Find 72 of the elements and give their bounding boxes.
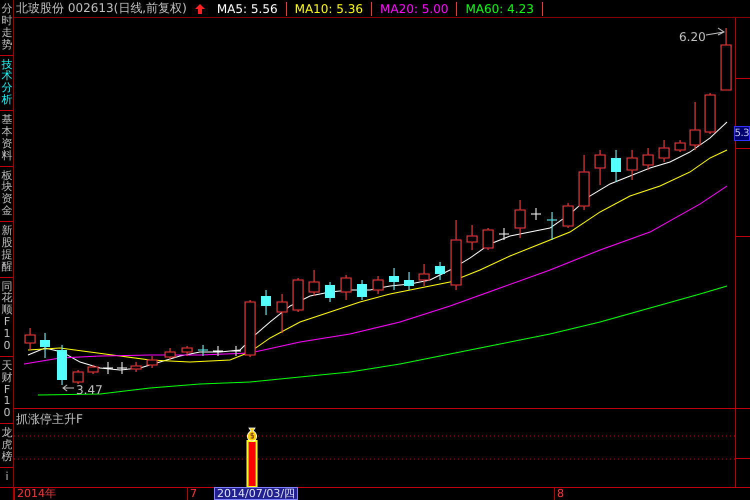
candlestick — [482, 228, 494, 250]
leader-line — [706, 28, 725, 36]
candlestick — [130, 362, 142, 372]
candlestick — [562, 202, 574, 228]
candlestick — [325, 282, 335, 302]
candlestick — [418, 264, 430, 286]
candlestick — [514, 200, 526, 238]
candlestick — [498, 228, 510, 240]
time-axis-label: 2014/07/03/四 — [214, 487, 298, 500]
signal-bar — [246, 440, 258, 487]
leader-line — [62, 384, 74, 392]
candlestick — [658, 140, 670, 162]
candlestick — [164, 348, 176, 360]
time-axis-label: 8 — [554, 487, 566, 500]
candlestick — [308, 270, 320, 296]
candlestick — [594, 150, 606, 186]
candlestick — [704, 92, 716, 134]
money-bag-icon — [246, 428, 258, 442]
candlestick — [642, 148, 654, 170]
candlestick — [182, 346, 192, 356]
current-price-label: 5.3 — [734, 126, 750, 141]
candlestick — [466, 224, 478, 250]
candlestick — [450, 220, 462, 290]
candlestick — [57, 344, 67, 386]
low-price-label: 3.47 — [76, 383, 103, 397]
indicator-title: 抓涨停主升F — [16, 412, 83, 426]
candlestick — [146, 356, 158, 368]
side-tab[interactable]: i — [0, 468, 13, 488]
time-axis-label: 2014年 — [14, 487, 58, 500]
candlestick — [261, 290, 271, 316]
candlestick — [88, 364, 98, 374]
moving-average-value: MA5: 5.56 — [208, 2, 287, 16]
moving-average-value: MA10: 5.36 — [286, 2, 372, 16]
candlestick — [578, 154, 590, 210]
candlestick — [357, 280, 367, 300]
candlestick — [626, 150, 638, 180]
up-arrow-icon — [194, 4, 205, 14]
candlestick — [546, 212, 558, 240]
candlestick — [611, 150, 621, 182]
candlestick — [720, 28, 732, 90]
candlestick — [244, 300, 256, 358]
high-price-label: 6.20 — [679, 30, 706, 44]
candlestick — [276, 294, 288, 334]
side-tab[interactable]: 基本资料 — [0, 111, 13, 166]
side-tab[interactable]: 板块资金 — [0, 166, 13, 222]
candlestick — [435, 262, 445, 280]
side-tab[interactable]: 龙虎榜 — [0, 424, 13, 468]
side-tab[interactable]: 分时走势 — [0, 0, 13, 56]
side-tab[interactable]: 同花顺F10 — [0, 278, 13, 357]
moving-average-value: MA60: 4.23 — [457, 2, 543, 16]
candlestick — [292, 278, 304, 312]
side-tab[interactable]: 技术分析 — [0, 56, 13, 111]
stock-title: 北玻股份 002613(日线,前复权) — [16, 0, 187, 17]
moving-average-value: MA20: 5.00 — [372, 2, 458, 16]
side-tab[interactable]: 新股提醒 — [0, 222, 13, 278]
candlestick — [372, 276, 384, 294]
candlestick — [212, 346, 224, 356]
candlestick — [404, 272, 414, 290]
candlestick — [389, 268, 399, 290]
candlestick — [102, 362, 114, 374]
candlestick — [340, 274, 352, 300]
candlestick — [24, 328, 36, 350]
candlestick — [230, 346, 242, 356]
candlestick — [674, 140, 686, 152]
candlestick — [72, 370, 84, 384]
side-tab[interactable]: 天财F10 — [0, 356, 13, 424]
candlestick — [530, 208, 542, 220]
candlestick — [116, 362, 128, 374]
candlestick — [198, 344, 208, 356]
time-axis-label: 7 — [187, 487, 199, 500]
candlestick — [690, 102, 700, 150]
candlestick — [40, 332, 50, 358]
